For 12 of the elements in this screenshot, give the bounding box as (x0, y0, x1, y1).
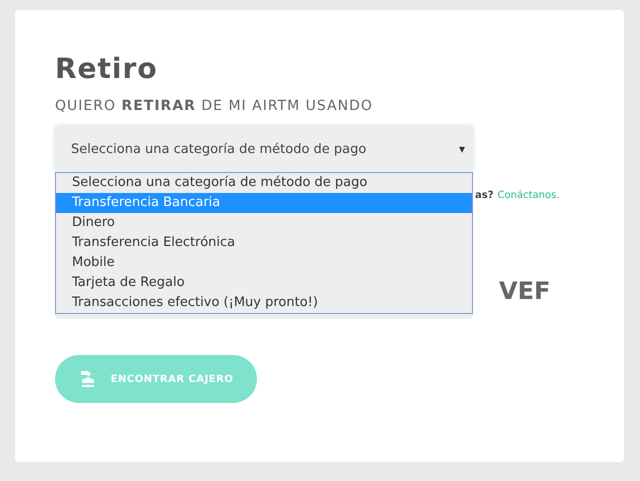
help-text: as? (475, 190, 494, 201)
dropdown-option[interactable]: Selecciona una categoría de método de pago (56, 173, 472, 193)
dropdown-option[interactable]: Tarjeta de Regalo (56, 273, 472, 293)
dropdown-option[interactable]: Mobile (56, 253, 472, 273)
category-select[interactable]: Selecciona una categoría de método de pago ▾ (55, 126, 473, 172)
currency-label: VEF (499, 277, 550, 305)
dropdown-option[interactable]: Transacciones efectivo (¡Muy pronto!) (56, 293, 472, 313)
dropdown-option[interactable]: Transferencia Electrónica (56, 233, 472, 253)
page-title: Retiro (55, 52, 159, 86)
section-label: QUIERO RETIRAR DE MI AIRTM USANDO (55, 98, 374, 114)
cashier-icon (78, 369, 97, 389)
dropdown-option[interactable]: Dinero (56, 213, 472, 233)
